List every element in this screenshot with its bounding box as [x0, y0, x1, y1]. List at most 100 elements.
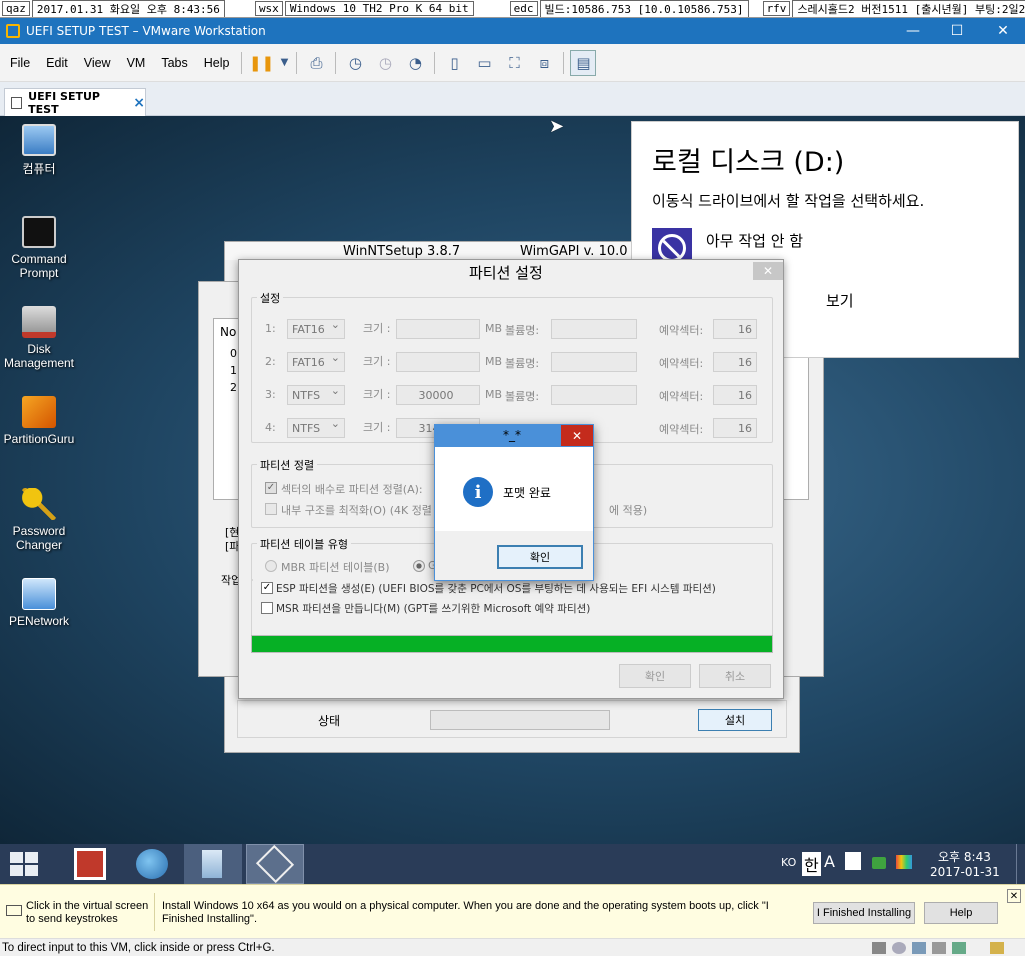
maximize-button[interactable]: ☐ [934, 18, 980, 44]
clock-date[interactable]: 2017-01-31 [930, 865, 1000, 879]
size-input[interactable]: 30000 [396, 385, 480, 405]
start-button[interactable] [10, 850, 42, 878]
vm-desktop[interactable]: 컴퓨터 Command Prompt Disk Management Parti… [0, 116, 1025, 844]
message-box-ok-button[interactable]: 확인 [497, 545, 583, 569]
mbr-radio[interactable] [265, 560, 277, 572]
align-checkbox[interactable]: ✓ [265, 482, 277, 494]
message-box-close-button[interactable]: ✕ [561, 425, 593, 446]
optimize-checkbox[interactable] [265, 503, 277, 515]
ime-alpha-indicator[interactable]: A [824, 852, 835, 871]
cd-icon[interactable] [892, 942, 906, 954]
fs-select[interactable]: NTFS [287, 384, 345, 405]
taskbar-app-icon[interactable] [74, 848, 106, 880]
sidebar-toggle-icon[interactable]: ▯ [441, 50, 467, 76]
list-item[interactable]: 1 [230, 364, 237, 377]
thumbnail-bar-icon[interactable]: ▭ [471, 50, 497, 76]
alignment-group-label: 파티션 정렬 [257, 457, 318, 473]
volume-input[interactable] [551, 352, 637, 372]
partitionguru-icon [22, 396, 56, 428]
hdd-icon[interactable] [872, 942, 886, 954]
minimize-button[interactable]: — [890, 18, 936, 44]
msr-checkbox[interactable] [261, 602, 273, 614]
fullscreen-icon[interactable]: ⛶ [501, 50, 527, 76]
setup-icon [202, 850, 222, 878]
taskbar-partition-button[interactable] [246, 844, 304, 884]
desktop-icon-command-prompt[interactable]: Command Prompt [0, 216, 78, 280]
console-view-icon[interactable]: ▤ [570, 49, 597, 76]
status-progress [430, 710, 610, 730]
list-item[interactable]: 2 [230, 381, 237, 394]
volume-input[interactable] [551, 319, 637, 339]
vm-tab[interactable]: UEFI SETUP TEST × [4, 88, 146, 116]
esp-checkbox[interactable]: ✓ [261, 582, 273, 594]
snapshot-manager-icon[interactable]: ◔ [402, 50, 428, 76]
size-input[interactable] [396, 352, 480, 372]
reserved-input[interactable]: 16 [713, 385, 757, 405]
hint-left-text: Click in the virtual screen to send keys… [26, 900, 149, 925]
partition-cancel-button[interactable]: 취소 [699, 664, 771, 688]
desktop-icon-computer[interactable]: 컴퓨터 [0, 124, 78, 177]
optimize-option-label: 내부 구조를 최적화(O) (4K 정렬 [281, 504, 432, 517]
chevron-down-icon[interactable]: ▼ [278, 50, 290, 76]
vm-tab-icon [11, 96, 23, 109]
desktop-icon-pe-network[interactable]: PENetwork [0, 578, 78, 628]
ime-hangul-indicator[interactable]: 한 [802, 852, 821, 876]
row-number: 1: [265, 322, 276, 335]
tab-close-icon[interactable]: × [133, 95, 145, 111]
unity-icon[interactable]: ⧈ [531, 50, 557, 76]
reserved-input[interactable]: 16 [713, 352, 757, 372]
volume-input[interactable] [551, 385, 637, 405]
autoplay-option-view[interactable]: 보기 [826, 290, 854, 311]
desktop-icon-partitionguru[interactable]: PartitionGuru [0, 396, 78, 446]
taskbar-browser-icon[interactable] [136, 849, 168, 879]
reserved-input[interactable]: 16 [713, 418, 757, 438]
help-button[interactable]: Help [924, 902, 998, 924]
network-adapter-icon[interactable] [912, 942, 926, 954]
desktop-icon-disk-management[interactable]: Disk Management [0, 306, 78, 370]
menu-file[interactable]: File [2, 56, 38, 70]
send-ctrl-alt-del-icon[interactable]: ⎙ [303, 50, 329, 76]
desktop-icon-label: Password Changer [12, 524, 66, 552]
usb-icon[interactable] [952, 942, 966, 954]
display-icon[interactable] [896, 855, 912, 869]
menu-edit[interactable]: Edit [38, 56, 76, 70]
autoplay-option-no-action[interactable]: 아무 작업 안 함 [706, 230, 803, 251]
message-log-icon[interactable] [990, 942, 1004, 954]
snapshot-icon[interactable]: ◷ [342, 50, 368, 76]
ime-pad-icon[interactable] [845, 852, 861, 870]
optimize-option-tail: 에 적용) [609, 504, 648, 517]
language-indicator[interactable]: KO [781, 856, 796, 869]
menu-view[interactable]: View [76, 56, 119, 70]
menu-help[interactable]: Help [196, 56, 238, 70]
desktop-icon-password-changer[interactable]: Password Changer [0, 488, 78, 552]
partition-dialog-title: 파티션 설정 [469, 264, 543, 282]
printer-icon[interactable] [932, 942, 946, 954]
list-item[interactable]: 0 [230, 347, 237, 360]
finished-installing-button[interactable]: I Finished Installing [813, 902, 915, 924]
info-value: 스레시홀드2 버전1511 [출시년월] 부팅:2일22:08:31 as [792, 0, 1025, 17]
disk-icon [255, 844, 295, 884]
partition-dialog-close-button[interactable]: ✕ [753, 262, 783, 280]
taskbar-winntsetup-button[interactable] [184, 844, 242, 884]
reserved-input[interactable]: 16 [713, 319, 757, 339]
show-desktop-button[interactable] [1016, 844, 1025, 884]
hint-close-button[interactable]: ✕ [1007, 889, 1021, 903]
close-button[interactable]: ✕ [980, 18, 1025, 44]
clock-time[interactable]: 오후 8:43 [938, 848, 991, 865]
size-input[interactable] [396, 319, 480, 339]
partition-ok-button[interactable]: 확인 [619, 664, 691, 688]
fs-select[interactable]: NTFS [287, 417, 345, 438]
reserved-label: 예약섹터: [659, 357, 704, 370]
menu-vm[interactable]: VM [119, 56, 154, 70]
menu-tabs[interactable]: Tabs [153, 56, 195, 70]
fs-select[interactable]: FAT16 [287, 351, 345, 372]
revert-snapshot-icon[interactable]: ◷ [372, 50, 398, 76]
network-icon[interactable] [872, 857, 886, 869]
gpt-radio[interactable] [413, 560, 425, 572]
volume-label: 볼륨명: [505, 357, 540, 370]
install-button[interactable]: 설치 [698, 709, 772, 731]
fs-select[interactable]: FAT16 [287, 318, 345, 339]
winntsetup-title: WinNTSetup 3.8.7 [343, 244, 461, 259]
mb-label: MB [485, 388, 503, 401]
pause-icon[interactable]: ❚❚ [248, 50, 274, 76]
